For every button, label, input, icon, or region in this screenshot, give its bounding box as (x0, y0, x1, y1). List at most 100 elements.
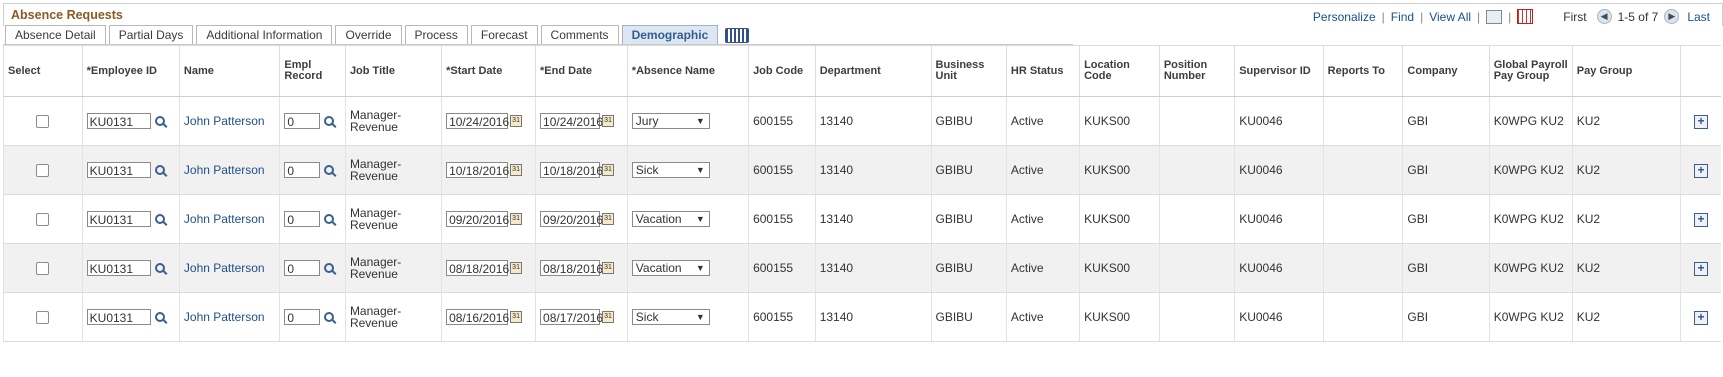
calendar-icon[interactable]: 31 (602, 164, 615, 176)
tab-partial-days[interactable]: Partial Days (108, 25, 194, 45)
tab-absence-detail[interactable]: Absence Detail (5, 25, 106, 45)
zoom-icon[interactable] (1486, 9, 1503, 24)
lookup-icon[interactable] (324, 116, 335, 126)
absence-name-select[interactable]: Vacation ▼ (631, 260, 710, 276)
lookup-icon[interactable] (324, 214, 335, 224)
employee-name-link[interactable]: John Patterson (184, 114, 265, 128)
empl-record-input[interactable]: 0 (284, 113, 321, 129)
col-empl-record[interactable]: Empl Record (279, 45, 346, 97)
lookup-icon[interactable] (154, 116, 165, 126)
calendar-icon[interactable]: 31 (510, 164, 523, 176)
col-absence-name[interactable]: *Absence Name (626, 45, 749, 97)
add-row-icon[interactable]: + (1693, 212, 1708, 227)
col-supervisor-id[interactable]: Supervisor ID (1234, 45, 1324, 97)
start-date-input[interactable]: 09/20/2016 (446, 211, 509, 227)
start-date-input[interactable]: 10/18/2016 (446, 162, 509, 178)
end-date-input[interactable]: 09/20/2016 (540, 211, 603, 227)
personalize-link[interactable]: Personalize (1313, 10, 1376, 24)
lookup-icon[interactable] (154, 214, 165, 224)
view-all-link[interactable]: View All (1429, 10, 1471, 24)
add-row-icon[interactable]: + (1693, 163, 1708, 178)
select-checkbox[interactable] (36, 213, 50, 227)
employee-id-input[interactable]: KU0131 (86, 162, 151, 178)
empl-record-input[interactable]: 0 (284, 162, 321, 178)
lookup-icon[interactable] (154, 312, 165, 322)
end-date-input[interactable]: 08/17/2016 (540, 309, 603, 325)
show-all-columns-icon[interactable] (725, 28, 750, 43)
col-employee-id[interactable]: *Employee ID (81, 45, 180, 97)
calendar-icon[interactable]: 31 (510, 262, 523, 274)
hr-status-cell: Active (1005, 145, 1080, 195)
col-pay-group[interactable]: Pay Group (1571, 45, 1681, 97)
last-link[interactable]: Last (1687, 10, 1710, 24)
dropdown-arrow-icon: ▼ (695, 214, 705, 224)
empl-record-input[interactable]: 0 (284, 211, 321, 227)
lookup-icon[interactable] (154, 263, 165, 273)
calendar-icon[interactable]: 31 (510, 115, 523, 127)
empl-record-input[interactable]: 0 (284, 309, 321, 325)
calendar-icon[interactable]: 31 (602, 213, 615, 225)
add-row-icon[interactable]: + (1693, 261, 1708, 276)
col-location-code[interactable]: Location Code (1079, 45, 1160, 97)
next-arrow-icon[interactable]: ▶ (1664, 9, 1680, 24)
tab-additional-information[interactable]: Additional Information (196, 25, 333, 45)
col-start-date[interactable]: *Start Date (441, 45, 536, 97)
col-position-number[interactable]: Position Number (1158, 45, 1235, 97)
select-checkbox[interactable] (36, 311, 50, 325)
job-title-cell: Manager-Revenue (344, 292, 442, 342)
lookup-icon[interactable] (324, 263, 335, 273)
calendar-icon[interactable]: 31 (602, 262, 615, 274)
tab-process[interactable]: Process (404, 25, 468, 45)
col-job-code[interactable]: Job Code (748, 45, 816, 97)
end-date-input[interactable]: 08/18/2016 (540, 260, 603, 276)
lookup-icon[interactable] (154, 165, 165, 175)
lookup-icon[interactable] (324, 312, 335, 322)
tab-comments[interactable]: Comments (540, 25, 619, 45)
calendar-icon[interactable]: 31 (510, 311, 523, 323)
absence-name-select[interactable]: Sick ▼ (631, 309, 710, 325)
col-job-title[interactable]: Job Title (344, 45, 442, 97)
select-checkbox[interactable] (36, 115, 50, 129)
absence-name-select[interactable]: Sick ▼ (631, 162, 710, 178)
start-date-input[interactable]: 08/16/2016 (446, 309, 509, 325)
employee-id-input[interactable]: KU0131 (86, 309, 151, 325)
employee-name-link[interactable]: John Patterson (184, 261, 265, 275)
first-arrow-icon[interactable]: ◀ (1596, 9, 1612, 24)
col-hr-status[interactable]: HR Status (1005, 45, 1080, 97)
col-name[interactable]: Name (178, 45, 280, 97)
employee-id-input[interactable]: KU0131 (86, 260, 151, 276)
lookup-icon[interactable] (324, 165, 335, 175)
absence-name-select[interactable]: Vacation ▼ (631, 211, 710, 227)
job-title-cell: Manager-Revenue (344, 145, 442, 195)
empl-record-input[interactable]: 0 (284, 260, 321, 276)
employee-id-input[interactable]: KU0131 (86, 211, 151, 227)
location-code-cell: KUKS00 (1079, 145, 1160, 195)
employee-name-link[interactable]: John Patterson (184, 212, 265, 226)
employee-id-input[interactable]: KU0131 (86, 113, 151, 129)
tab-demographic[interactable]: Demographic (621, 25, 719, 45)
add-row-icon[interactable]: + (1693, 310, 1708, 325)
col-business-unit[interactable]: Business Unit (930, 45, 1007, 97)
select-checkbox[interactable] (36, 262, 50, 276)
tab-override[interactable]: Override (335, 25, 402, 45)
calendar-icon[interactable]: 31 (602, 115, 615, 127)
end-date-input[interactable]: 10/18/2016 (540, 162, 603, 178)
select-checkbox[interactable] (36, 164, 50, 178)
tab-forecast[interactable]: Forecast (470, 25, 538, 45)
col-company[interactable]: Company (1402, 45, 1490, 97)
end-date-input[interactable]: 10/24/2016 (540, 113, 603, 129)
calendar-icon[interactable]: 31 (510, 213, 523, 225)
start-date-input[interactable]: 10/24/2016 (446, 113, 509, 129)
col-department[interactable]: Department (814, 45, 931, 97)
col-end-date[interactable]: *End Date (535, 45, 628, 97)
employee-name-link[interactable]: John Patterson (184, 310, 265, 324)
absence-name-select[interactable]: Jury ▼ (631, 113, 710, 129)
start-date-input[interactable]: 08/18/2016 (446, 260, 509, 276)
find-link[interactable]: Find (1391, 10, 1414, 24)
col-reports-to[interactable]: Reports To (1322, 45, 1403, 97)
employee-name-link[interactable]: John Patterson (184, 163, 265, 177)
grid-download-icon[interactable] (1517, 9, 1534, 24)
add-row-icon[interactable]: + (1693, 114, 1708, 129)
col-global-payroll-pay-group[interactable]: Global Payroll Pay Group (1488, 45, 1573, 97)
calendar-icon[interactable]: 31 (602, 311, 615, 323)
